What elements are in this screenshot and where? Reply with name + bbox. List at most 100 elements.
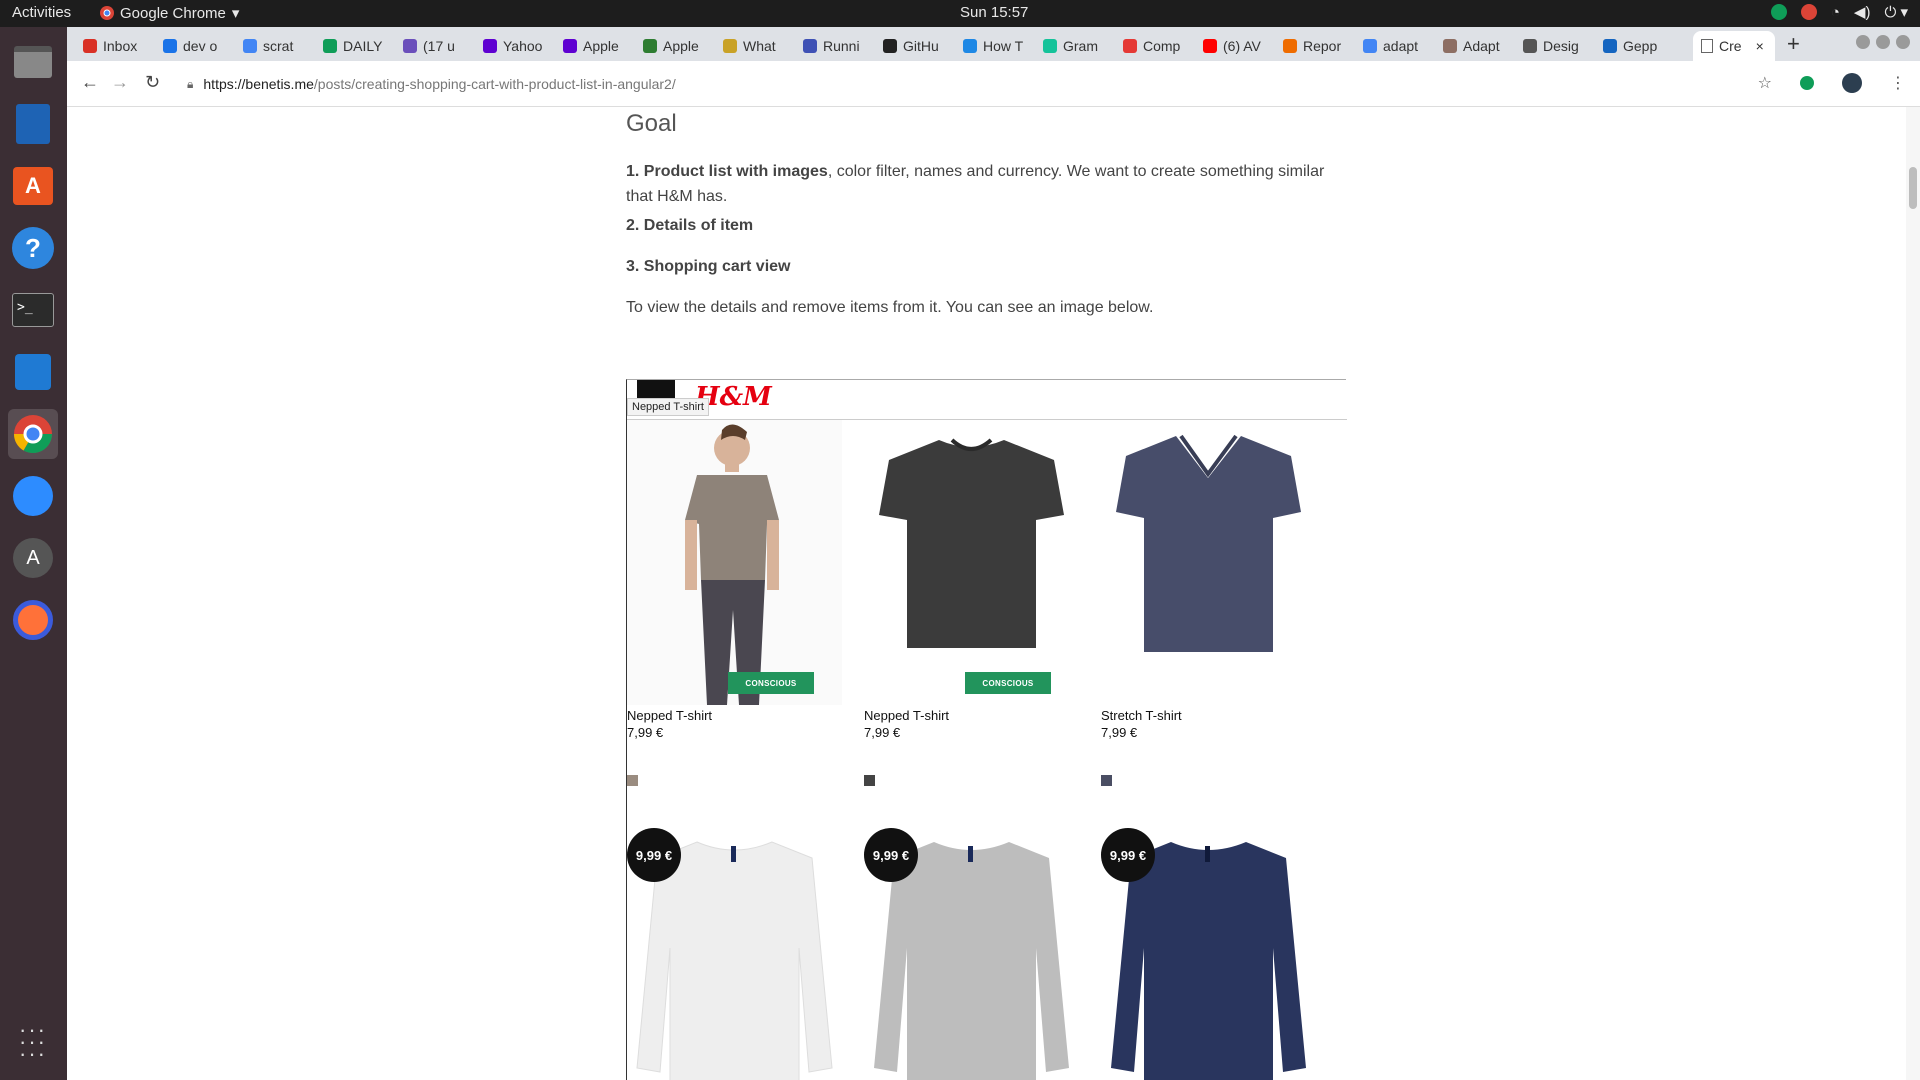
tab-label: What: [743, 38, 776, 54]
product-price: 7,99 €: [864, 725, 901, 740]
browser-window: Inbox dev o scrat DAILY (17 u Yahoo Apple Apple…: [67, 27, 1920, 1080]
back-arrow-icon[interactable]: ←: [81, 72, 99, 93]
product-card[interactable]: 9,99 €: [864, 828, 1079, 1080]
browser-tab[interactable]: dev o: [155, 31, 235, 61]
address-bar[interactable]: 🔒︎ https://benetis.me/posts/creating-sho…: [187, 69, 1807, 99]
forward-arrow-icon[interactable]: →: [111, 72, 129, 93]
browser-tab[interactable]: DAILY: [315, 31, 395, 61]
browser-tab[interactable]: What: [715, 31, 795, 61]
vertical-scrollbar[interactable]: [1906, 107, 1920, 1080]
tab-favicon-icon: [963, 39, 977, 53]
browser-tab[interactable]: (6) AV: [1195, 31, 1275, 61]
app-menu[interactable]: Google Chrome ▾: [100, 4, 239, 22]
tab-favicon-icon: [723, 39, 737, 53]
color-swatch[interactable]: [627, 775, 638, 786]
tab-favicon-icon: [563, 39, 577, 53]
browser-tab[interactable]: Adapt: [1435, 31, 1515, 61]
firefox-app-icon[interactable]: [8, 595, 58, 645]
updater-app-icon[interactable]: A: [8, 533, 58, 583]
tab-favicon-icon: [1603, 39, 1617, 53]
new-tab-button[interactable]: +: [1787, 31, 1800, 57]
bookmark-star-icon[interactable]: ☆: [1758, 73, 1772, 93]
chrome-icon: [100, 6, 114, 20]
tab-label: Cre: [1719, 38, 1742, 54]
color-swatch[interactable]: [864, 775, 875, 786]
browser-tab[interactable]: scrat: [235, 31, 315, 61]
tab-label: Repor: [1303, 38, 1342, 54]
tab-favicon-icon: [403, 39, 417, 53]
browser-tab[interactable]: Comp: [1115, 31, 1195, 61]
close-window-button[interactable]: [1896, 35, 1910, 49]
tab-favicon-icon: [883, 39, 897, 53]
tab-label: Gepp: [1623, 38, 1658, 54]
tab-label: dev o: [183, 38, 218, 54]
close-tab-icon[interactable]: ×: [1756, 38, 1764, 54]
tab-label: Comp: [1143, 38, 1181, 54]
browser-tab[interactable]: adapt: [1355, 31, 1435, 61]
tab-strip: Inbox dev o scrat DAILY (17 u Yahoo Apple Apple…: [67, 27, 1920, 61]
browser-tab[interactable]: Repor: [1275, 31, 1355, 61]
files-app-icon[interactable]: [8, 37, 58, 87]
goal-item-1: 1. Product list with images, color filte…: [626, 159, 1346, 209]
extension-icon[interactable]: [1800, 76, 1814, 90]
power-icon: ⏻ ▾: [1884, 4, 1908, 21]
minimize-button[interactable]: [1856, 35, 1870, 49]
browser-tab[interactable]: GitHu: [875, 31, 955, 61]
system-tray[interactable]: ◔ ◀) ⏻ ▾: [1770, 3, 1908, 21]
tab-favicon-icon: [83, 39, 97, 53]
product-card[interactable]: 9,99 €: [1101, 828, 1316, 1080]
product-card[interactable]: 9,99 €: [627, 828, 842, 1080]
activities-button[interactable]: Activities: [12, 4, 71, 21]
tab-label: (6) AV: [1223, 38, 1261, 54]
writer-app-icon[interactable]: [8, 99, 58, 149]
tab-label: Runni: [823, 38, 860, 54]
browser-tab[interactable]: Apple: [555, 31, 635, 61]
volume-icon: ◀): [1853, 4, 1871, 21]
tab-active[interactable]: Cre ×: [1693, 31, 1775, 61]
browser-tab[interactable]: Desig: [1515, 31, 1595, 61]
price-badge: 9,99 €: [864, 828, 918, 882]
url-host: https://benetis.me: [203, 76, 314, 92]
show-applications-icon[interactable]: ··· ··· ···: [8, 1017, 58, 1067]
help-app-icon[interactable]: ?: [8, 223, 58, 273]
scrollbar-thumb[interactable]: [1909, 167, 1917, 209]
browser-tab[interactable]: (17 u: [395, 31, 475, 61]
tab-label: Apple: [583, 38, 619, 54]
clock[interactable]: Sun 15:57: [960, 4, 1028, 21]
software-center-icon[interactable]: A: [8, 161, 58, 211]
terminal-app-icon[interactable]: >_: [8, 285, 58, 335]
product-price: 7,99 €: [1101, 725, 1138, 740]
price-badge: 9,99 €: [627, 828, 681, 882]
browser-tab[interactable]: Apple: [635, 31, 715, 61]
toolbar-icons: ☆ ⋮: [1758, 73, 1906, 93]
chevron-down-icon: ▾: [231, 5, 240, 22]
tab-favicon-icon: [1523, 39, 1537, 53]
browser-tab[interactable]: Runni: [795, 31, 875, 61]
goal-item-1-title: 1. Product list with images: [626, 163, 828, 180]
embedded-screenshot: H&M Nepped T-shirt CONSCIOUS Nepped T-sh…: [626, 379, 1347, 1080]
browser-tab[interactable]: Yahoo: [475, 31, 555, 61]
tab-favicon-icon: [1123, 39, 1137, 53]
vscode-app-icon[interactable]: [8, 347, 58, 397]
tab-favicon-icon: [1203, 39, 1217, 53]
tab-label: (17 u: [423, 38, 455, 54]
menu-kebab-icon[interactable]: ⋮: [1890, 73, 1906, 93]
browser-tab[interactable]: Gram: [1035, 31, 1115, 61]
tab-label: adapt: [1383, 38, 1419, 54]
color-swatch[interactable]: [1101, 775, 1112, 786]
vneck-photo: [1116, 434, 1301, 652]
maximize-button[interactable]: [1876, 35, 1890, 49]
tab-favicon-icon: [163, 39, 177, 53]
zoom-app-icon[interactable]: [8, 471, 58, 521]
profile-avatar[interactable]: [1842, 73, 1862, 93]
tshirt-photo: [879, 438, 1064, 648]
tab-label: Yahoo: [503, 38, 543, 54]
reload-icon[interactable]: ↻: [145, 72, 160, 93]
tab-favicon-icon: [643, 39, 657, 53]
browser-tab[interactable]: Inbox: [75, 31, 155, 61]
chrome-app-icon[interactable]: [8, 409, 58, 459]
browser-tab[interactable]: How T: [955, 31, 1035, 61]
product-price: 7,99 €: [627, 725, 664, 740]
product-name: Nepped T-shirt: [627, 708, 713, 723]
browser-tab[interactable]: Gepp: [1595, 31, 1675, 61]
